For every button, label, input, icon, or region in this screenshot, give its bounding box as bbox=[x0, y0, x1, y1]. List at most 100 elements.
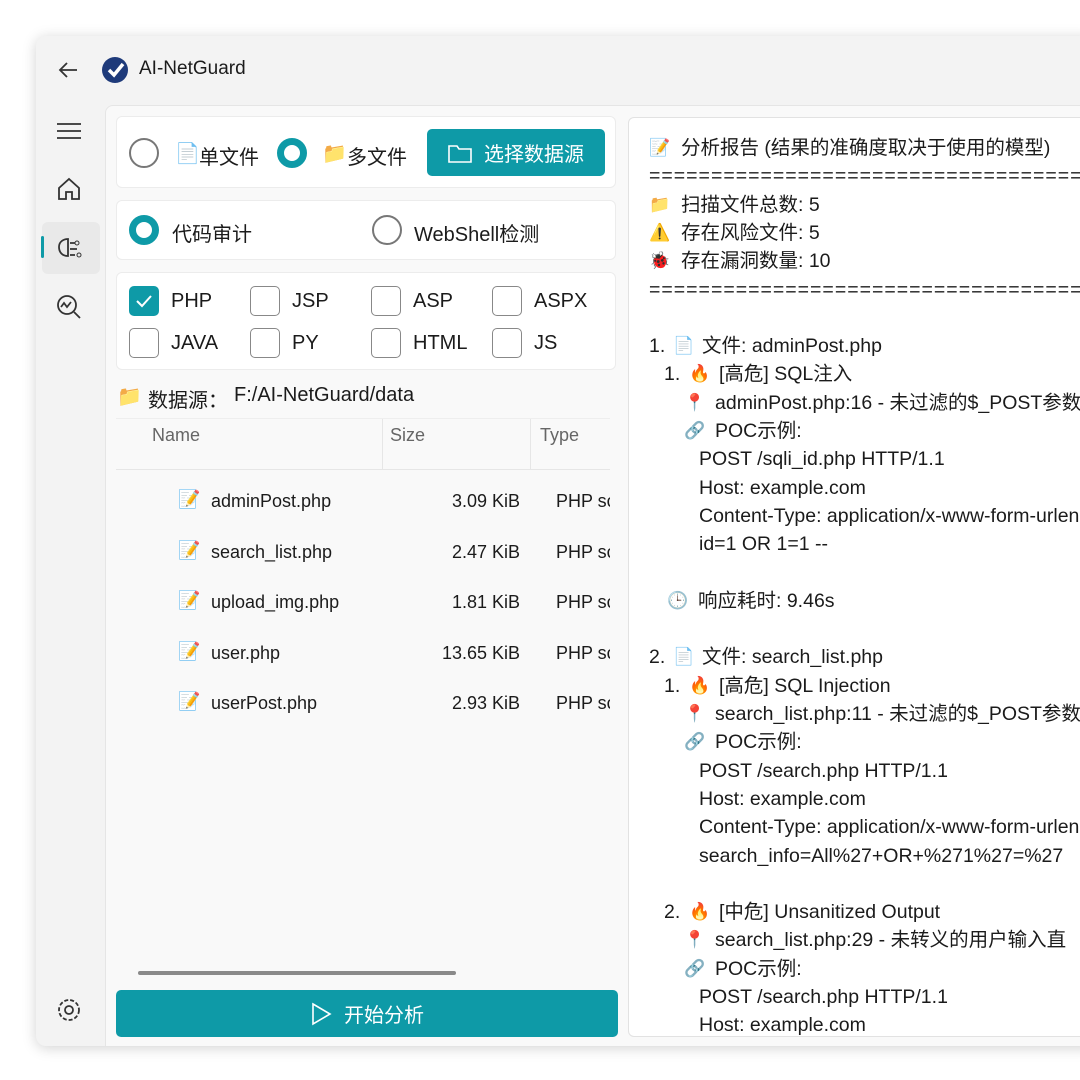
single-file-icon: 📄 bbox=[175, 143, 200, 165]
lang-checkbox[interactable] bbox=[250, 328, 280, 358]
app-logo-icon bbox=[102, 57, 128, 83]
report-line: ========================================… bbox=[649, 165, 1080, 188]
code-audit-radio[interactable] bbox=[129, 215, 159, 245]
report-icon: 🔗 bbox=[684, 421, 706, 440]
lang-label: PHP bbox=[171, 290, 213, 312]
report-line: ========================================… bbox=[649, 278, 1080, 301]
analysis-icon[interactable] bbox=[56, 294, 82, 320]
column-name[interactable]: Name bbox=[152, 425, 200, 446]
start-analysis-button[interactable]: 开始分析 bbox=[116, 990, 618, 1037]
lang-checkbox[interactable] bbox=[371, 328, 401, 358]
task-card: 代码审计 WebShell检测 bbox=[116, 200, 616, 260]
report-line: 文件: adminPost.php bbox=[702, 335, 882, 358]
file-name: adminPost.php bbox=[211, 491, 332, 511]
report-line: POST /sqli_id.php HTTP/1.1 bbox=[699, 448, 945, 471]
report-line: 文件: search_list.php bbox=[702, 646, 883, 669]
report-line: 响应耗时: 9.46s bbox=[698, 589, 835, 612]
source-mode-card: 📄 单文件 📁 多文件 选择数据源 bbox=[116, 116, 616, 188]
file-size: 3.09 KiB bbox=[451, 491, 520, 511]
php-file-icon: 📝 bbox=[178, 640, 201, 661]
file-type: PHP script bbox=[556, 693, 610, 714]
lang-checkbox[interactable] bbox=[129, 328, 159, 358]
lang-checkbox[interactable] bbox=[129, 286, 159, 316]
report-line: POC示例: bbox=[715, 731, 802, 754]
brain-icon[interactable] bbox=[56, 236, 82, 262]
column-size[interactable]: Size bbox=[390, 425, 425, 446]
php-file-icon: 📝 bbox=[178, 539, 201, 560]
report-line: adminPost.php:16 - 未过滤的$_POST参数 bbox=[715, 391, 1080, 414]
report-line: search_info=All%27+OR+%271%27=%27 bbox=[699, 844, 1064, 867]
lang-label: PY bbox=[292, 332, 319, 354]
report-line: 扫描文件总数: 5 bbox=[681, 193, 820, 216]
lang-label: JS bbox=[534, 332, 558, 354]
report-icon: 🔥 bbox=[689, 675, 711, 695]
folder-icon: 📁 bbox=[322, 143, 347, 165]
selected-indicator bbox=[41, 236, 44, 258]
file-size: 13.65 KiB bbox=[441, 642, 520, 663]
report-line: Host: example.com bbox=[699, 476, 866, 499]
horizontal-scrollbar[interactable] bbox=[138, 971, 456, 975]
report-line: POC示例: bbox=[715, 420, 802, 442]
language-card: PHP JSP ASP ASPX JAVA PY HTML JS bbox=[116, 272, 616, 370]
lang-label: ASPX bbox=[534, 290, 588, 312]
report-icon: 🐞 bbox=[649, 251, 671, 271]
select-datasource-button[interactable]: 选择数据源 bbox=[427, 129, 605, 176]
file-size: 2.47 KiB bbox=[451, 541, 520, 562]
file-size: 1.81 KiB bbox=[451, 592, 520, 613]
lang-label: HTML bbox=[413, 332, 468, 354]
table-row[interactable]: 📝 upload_img.php 1.81 KiB PHP script bbox=[116, 584, 610, 624]
file-type: PHP script bbox=[556, 541, 610, 562]
php-file-icon: 📝 bbox=[178, 489, 201, 509]
analysis-report: 📝 分析报告 (结果的准确度取决于使用的模型) ==================… bbox=[628, 117, 1080, 1037]
report-icon: 📍 bbox=[684, 704, 706, 723]
back-arrow-icon[interactable] bbox=[56, 58, 80, 82]
single-file-radio[interactable] bbox=[129, 138, 159, 168]
report-line: [高危] SQL注入 bbox=[719, 363, 853, 386]
datasource-label: 数据源： bbox=[148, 390, 228, 412]
table-header: Name Size Type bbox=[116, 418, 610, 470]
select-datasource-label: 选择数据源 bbox=[484, 144, 584, 166]
code-audit-label: 代码审计 bbox=[172, 224, 252, 246]
table-row[interactable]: 📝 search_list.php 2.47 KiB PHP script bbox=[116, 534, 610, 574]
list-number: 1. bbox=[664, 674, 681, 697]
single-file-label: 单文件 bbox=[199, 147, 259, 169]
report-icon: 🔥 bbox=[689, 902, 711, 922]
lang-checkbox[interactable] bbox=[492, 286, 522, 316]
gear-icon[interactable] bbox=[56, 997, 82, 1023]
lang-checkbox[interactable] bbox=[492, 328, 522, 358]
folder-outline-icon bbox=[448, 144, 472, 163]
report-line: Content-Type: application/x-www-form-url… bbox=[699, 504, 1080, 527]
table-row[interactable]: 📝 userPost.php 2.93 KiB PHP script bbox=[116, 685, 610, 725]
report-icon: 🔗 bbox=[684, 958, 706, 978]
list-number: 2. bbox=[664, 901, 681, 924]
file-name: search_list.php bbox=[211, 541, 333, 562]
report-icon: 🔥 bbox=[689, 364, 711, 384]
home-icon[interactable] bbox=[56, 176, 82, 202]
php-file-icon: 📝 bbox=[178, 590, 201, 611]
table-row[interactable]: 📝 adminPost.php 3.09 KiB PHP script bbox=[116, 483, 610, 523]
report-line: id=1 OR 1=1 -- bbox=[699, 533, 828, 556]
report-icon: 📁 bbox=[649, 194, 671, 214]
start-analysis-label: 开始分析 bbox=[344, 1005, 424, 1027]
file-name: userPost.php bbox=[211, 693, 318, 714]
app-title: AI-NetGuard bbox=[139, 58, 246, 79]
lang-label: ASP bbox=[413, 290, 454, 312]
webshell-radio[interactable] bbox=[372, 215, 402, 245]
multi-file-radio[interactable] bbox=[277, 138, 307, 168]
column-type[interactable]: Type bbox=[540, 425, 579, 446]
table-row[interactable]: 📝 user.php 13.65 KiB PHP script bbox=[116, 635, 610, 675]
list-number: 1. bbox=[664, 363, 681, 386]
datasource-folder-icon: 📁 bbox=[117, 386, 142, 408]
menu-icon[interactable] bbox=[56, 118, 82, 144]
report-icon: 📍 bbox=[684, 930, 706, 950]
lang-checkbox[interactable] bbox=[371, 286, 401, 316]
play-icon bbox=[312, 1002, 332, 1025]
lang-checkbox[interactable] bbox=[250, 286, 280, 316]
report-line: Host: example.com bbox=[699, 787, 866, 810]
report-line: Host: example.com bbox=[699, 1014, 866, 1037]
file-type: PHP script bbox=[556, 592, 610, 613]
webshell-label: WebShell检测 bbox=[414, 224, 540, 246]
report-line: POST /search.php HTTP/1.1 bbox=[699, 986, 948, 1008]
report-icon: 📍 bbox=[684, 392, 706, 412]
file-name: upload_img.php bbox=[211, 592, 340, 613]
